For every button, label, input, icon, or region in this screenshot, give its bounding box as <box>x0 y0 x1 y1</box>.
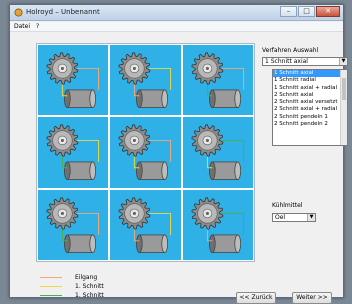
chevron-down-icon[interactable]: ▼ <box>307 214 315 221</box>
gear-workpiece-icon <box>191 197 244 253</box>
menu-datei[interactable]: Datei <box>14 23 30 30</box>
gear-workpiece-icon <box>46 197 100 253</box>
verfahren-select-value: 1 Schnitt axial <box>265 58 308 65</box>
listbox-scrollbar[interactable] <box>340 70 347 145</box>
kuehlmittel-select-value: Oel <box>275 214 286 221</box>
menu-bar: Datei ? <box>10 22 343 32</box>
method-cell[interactable] <box>38 117 109 188</box>
chevron-down-icon[interactable]: ▼ <box>339 58 347 65</box>
listbox-option[interactable]: 1 Schnitt axial <box>273 70 347 78</box>
legend-label: Eilgang <box>75 274 98 281</box>
method-cell[interactable] <box>110 189 181 260</box>
verfahren-select[interactable]: 1 Schnitt axial ▼ <box>262 57 348 66</box>
app-window: Holroyd – Unbenannt – □ ✕ Datei ? Verfah… <box>9 4 348 304</box>
close-button[interactable]: ✕ <box>316 6 340 17</box>
legend-label: 1. Schnitt <box>75 283 104 290</box>
listbox-option[interactable]: 2 Schnitt axial <box>273 92 347 99</box>
kuehlmittel-label: Kühlmittel <box>272 202 303 209</box>
maximize-button[interactable]: □ <box>298 6 315 17</box>
minimize-button[interactable]: – <box>280 6 297 17</box>
method-cell[interactable] <box>38 45 109 116</box>
gear-workpiece-icon <box>118 124 172 181</box>
window-title: Holroyd – Unbenannt <box>26 8 100 16</box>
kuehlmittel-select[interactable]: Oel ▼ <box>272 213 316 222</box>
legend-swatch-eilgang <box>40 277 62 278</box>
scrollbar-thumb[interactable] <box>342 78 346 100</box>
verfahren-listbox[interactable]: 1 Schnitt axial 1 Schnitt radial 1 Schnitt… <box>272 69 348 146</box>
next-button[interactable]: Weiter >> <box>292 292 332 304</box>
legend-item: 1. Schnitt <box>40 291 120 300</box>
method-cell[interactable] <box>110 45 181 116</box>
method-grid <box>36 43 255 262</box>
method-cell[interactable] <box>110 117 181 188</box>
method-cell[interactable] <box>182 189 253 260</box>
listbox-option[interactable]: 1 Schnitt axial + radial <box>273 85 347 92</box>
method-cell[interactable] <box>38 189 109 260</box>
method-cell[interactable] <box>182 45 253 116</box>
legend-swatch-schnitt-1 <box>40 286 62 287</box>
listbox-option[interactable]: 2 Schnitt axial versetzt <box>273 99 347 106</box>
method-cell[interactable] <box>182 117 253 188</box>
legend-item: 1. Schnitt <box>40 282 120 291</box>
gear-workpiece-icon <box>46 52 100 108</box>
gear-workpiece-icon <box>191 124 244 181</box>
legend-swatch-schnitt-2 <box>40 295 62 296</box>
listbox-option[interactable]: 2 Schnitt axial + radial <box>273 106 347 113</box>
app-icon <box>14 8 23 17</box>
gear-workpiece-icon <box>118 52 172 108</box>
legend: Eilgang 1. Schnitt 1. Schnitt <box>40 273 120 300</box>
legend-item: Eilgang <box>40 273 120 282</box>
gear-workpiece-icon <box>191 52 244 108</box>
legend-label: 1. Schnitt <box>75 292 104 299</box>
back-button[interactable]: << Zurück <box>236 292 276 304</box>
menu-help[interactable]: ? <box>36 23 39 30</box>
gear-workpiece-icon <box>118 197 172 253</box>
title-bar: Holroyd – Unbenannt – □ ✕ <box>10 5 343 21</box>
listbox-option[interactable]: 1 Schnitt radial <box>273 77 347 84</box>
verfahren-label: Verfahren Auswahl <box>262 47 319 54</box>
listbox-option[interactable]: 2 Schnitt pendeln 2 <box>273 121 347 128</box>
listbox-option[interactable]: 2 Schnitt pendeln 1 <box>273 114 347 121</box>
gear-workpiece-icon <box>46 124 100 181</box>
